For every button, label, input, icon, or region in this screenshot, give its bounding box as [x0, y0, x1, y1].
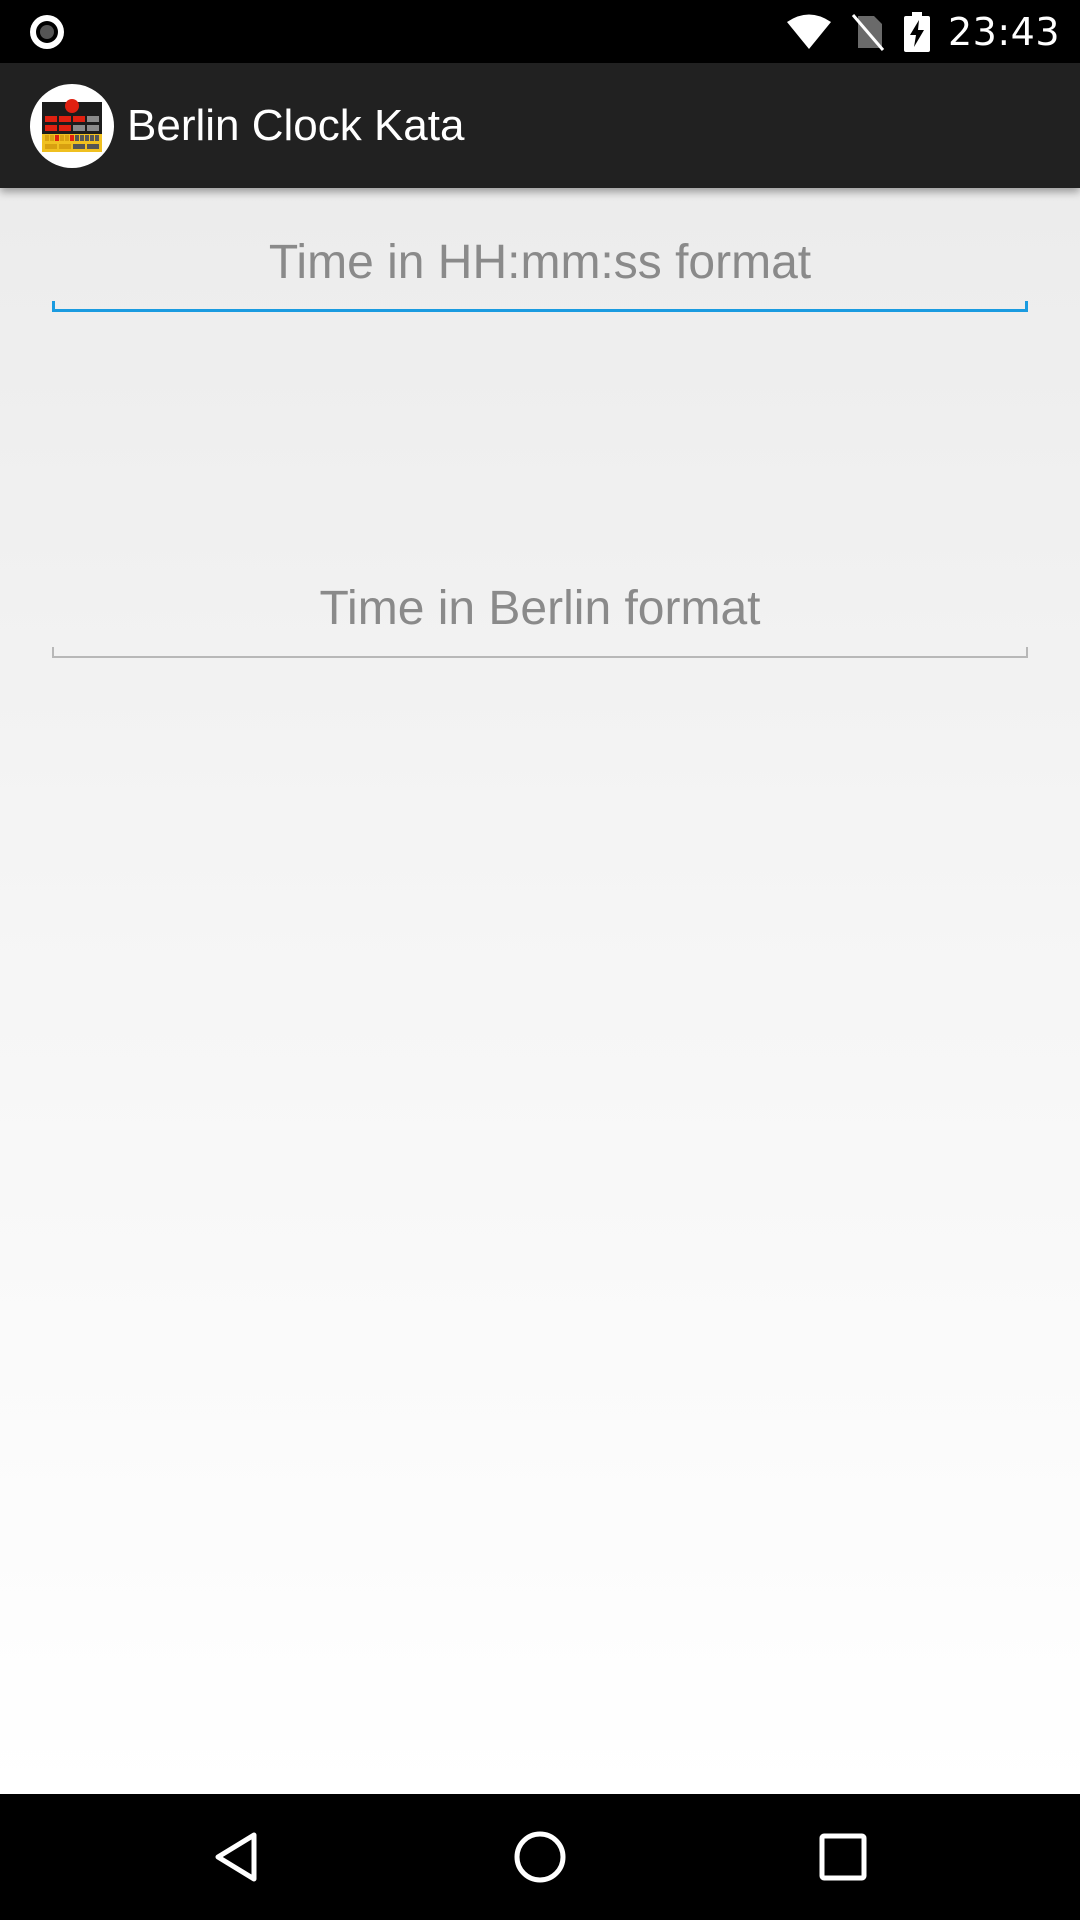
berlin-output[interactable]: [52, 568, 1028, 648]
back-button[interactable]: [200, 1821, 272, 1893]
app-bar: Berlin Clock Kata: [0, 63, 1080, 188]
berlin-clock-app-icon[interactable]: [30, 84, 114, 168]
berlin-clock-app-icon-graphic: [42, 99, 102, 152]
battery-charging-icon: [903, 11, 930, 52]
status-bar: 23:43: [0, 0, 1080, 63]
time-input-underline: [52, 301, 1028, 312]
app-title: Berlin Clock Kata: [127, 101, 465, 150]
recents-button[interactable]: [807, 1821, 879, 1893]
berlin-output-underline: [52, 647, 1028, 658]
status-right: 23:43: [786, 0, 1060, 63]
main-content: [0, 188, 1080, 1794]
home-button[interactable]: [504, 1821, 576, 1893]
status-time: 23:43: [947, 9, 1060, 54]
time-input[interactable]: [52, 222, 1028, 302]
berlin-output-field[interactable]: [52, 568, 1028, 658]
record-icon: [30, 15, 64, 49]
wifi-icon: [786, 14, 831, 49]
home-icon: [514, 1831, 566, 1883]
no-sim-icon: [851, 13, 885, 51]
back-icon: [215, 1832, 257, 1882]
time-input-field[interactable]: [52, 222, 1028, 312]
recents-icon: [819, 1833, 867, 1881]
navigation-bar: [0, 1794, 1080, 1920]
